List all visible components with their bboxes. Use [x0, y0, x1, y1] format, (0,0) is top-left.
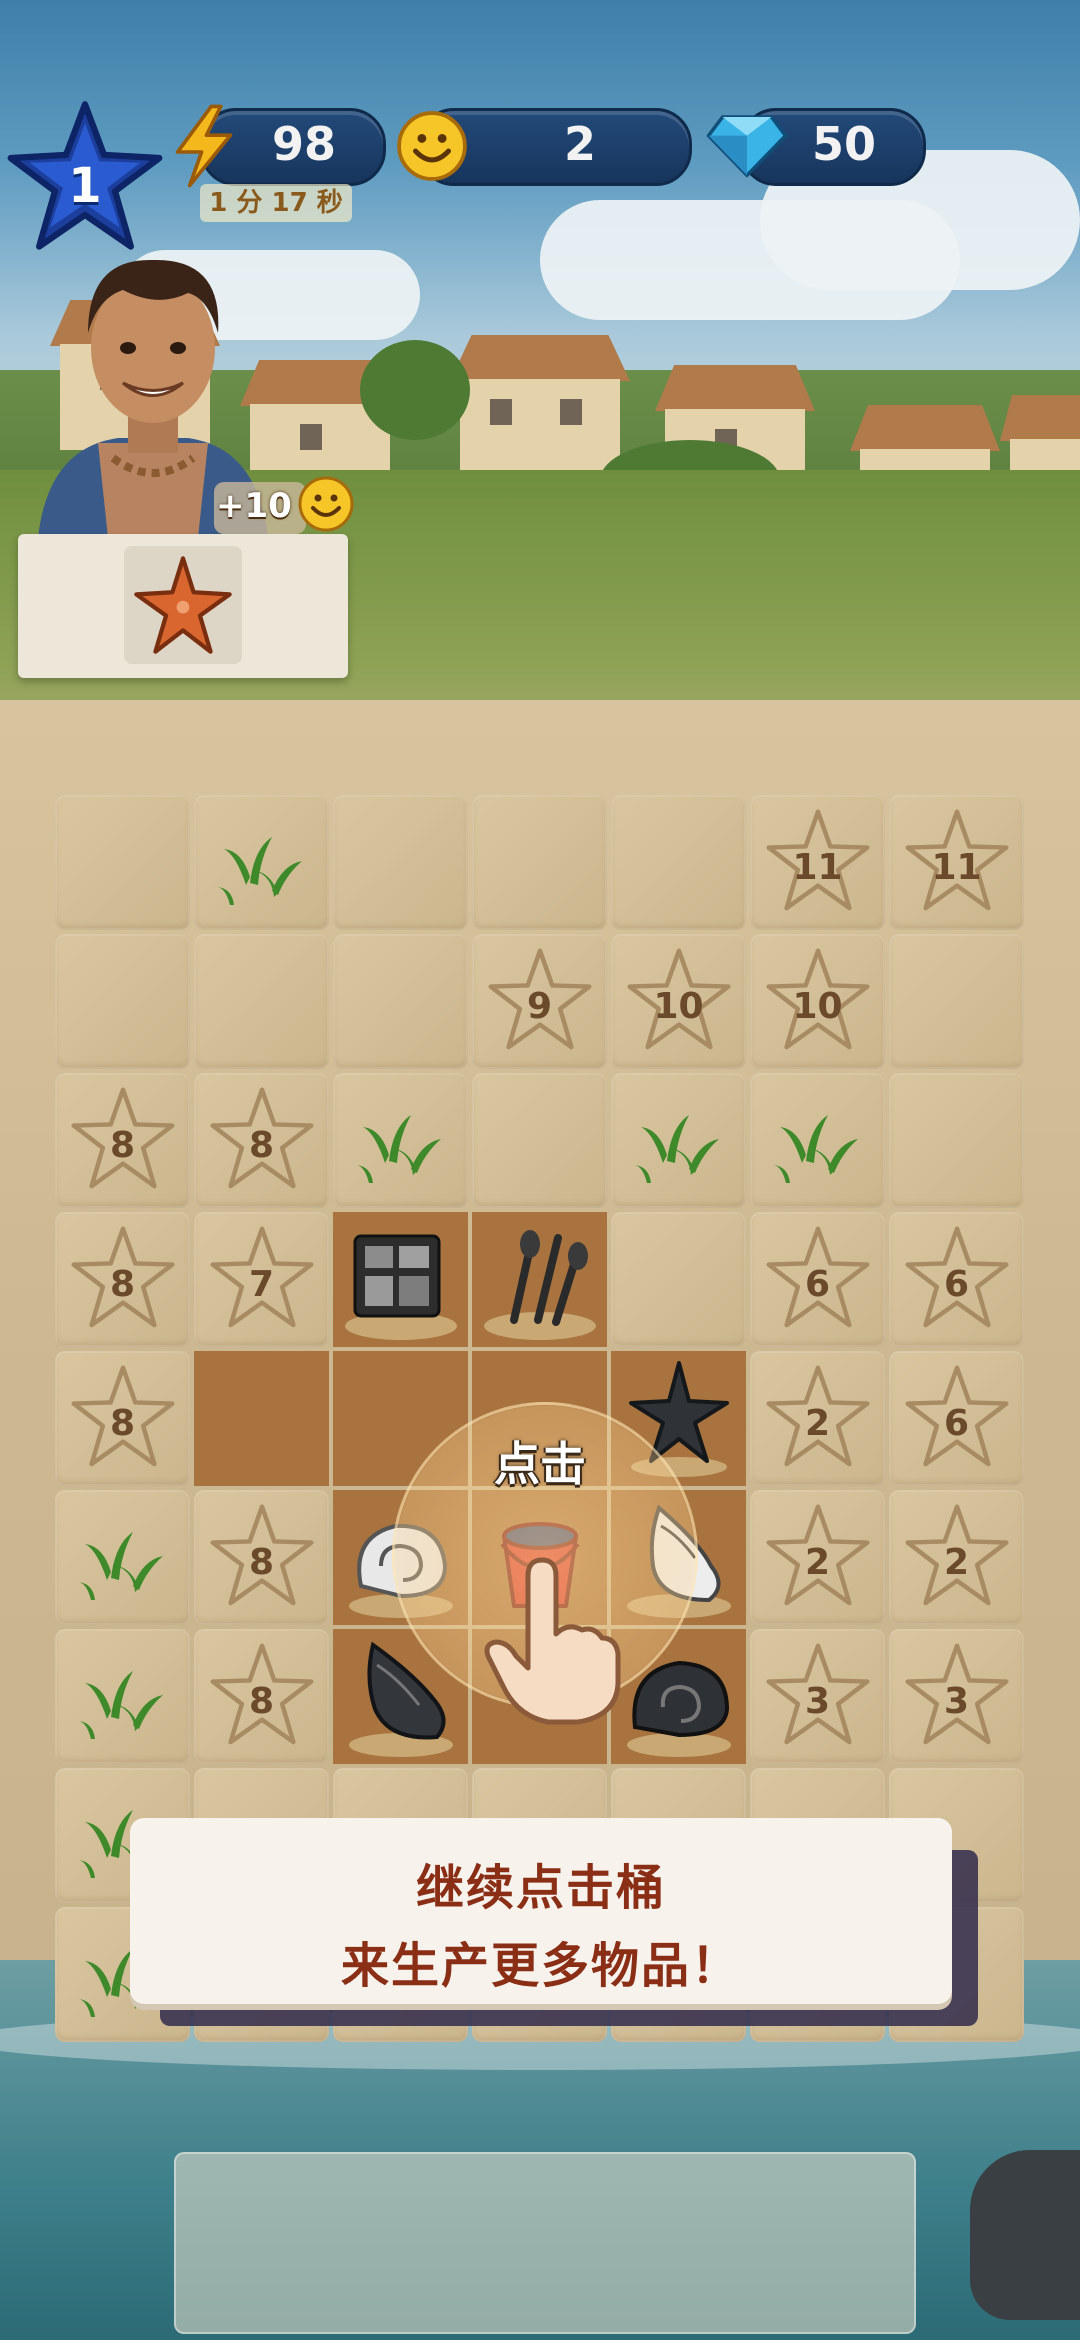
- grass-cell[interactable]: [750, 1073, 885, 1208]
- village-house: [450, 335, 630, 475]
- grass-cell[interactable]: [611, 1073, 746, 1208]
- energy-value: 98: [271, 117, 336, 171]
- empty-cell[interactable]: [194, 1351, 329, 1486]
- sand-cell[interactable]: [611, 1212, 746, 1347]
- sand-cell[interactable]: [472, 1073, 607, 1208]
- cell-unlock-level: 8: [109, 1264, 136, 1305]
- gems-value: 50: [811, 117, 876, 171]
- bottom-info-panel[interactable]: [174, 2152, 916, 2334]
- sand-cell[interactable]: [55, 795, 190, 930]
- cell-unlock-level: 8: [248, 1542, 275, 1583]
- order-item-slot: [124, 546, 242, 664]
- locked-star-cell[interactable]: 8: [194, 1073, 329, 1208]
- cell-unlock-level: 8: [109, 1403, 136, 1444]
- locked-star-cell[interactable]: 8: [55, 1212, 190, 1347]
- sand-cell[interactable]: [472, 795, 607, 930]
- grass-cell[interactable]: [194, 795, 329, 930]
- energy-timer: 1 分 17 秒: [200, 184, 352, 222]
- grass-icon: [79, 1532, 163, 1600]
- cell-unlock-level: 11: [792, 847, 843, 888]
- photo-album-icon[interactable]: [341, 1218, 461, 1342]
- grass-icon: [635, 1115, 719, 1183]
- cell-unlock-level: 7: [248, 1264, 275, 1305]
- grass-icon: [79, 1671, 163, 1739]
- grass-cell[interactable]: [55, 1490, 190, 1625]
- smiley-icon: [397, 111, 467, 181]
- locked-star-cell[interactable]: 6: [889, 1212, 1024, 1347]
- sand-cell[interactable]: [194, 934, 329, 1069]
- tutorial-message-banner[interactable]: 继续点击桶 来生产更多物品！: [130, 1818, 952, 2004]
- locked-star-cell[interactable]: 8: [194, 1490, 329, 1625]
- starfish-icon: [134, 556, 232, 654]
- cell-unlock-level: 2: [804, 1403, 831, 1444]
- locked-star-cell[interactable]: 2: [889, 1490, 1024, 1625]
- locked-star-cell[interactable]: 3: [889, 1629, 1024, 1764]
- tree: [360, 340, 470, 440]
- cell-unlock-level: 6: [804, 1264, 831, 1305]
- grass-icon: [357, 1115, 441, 1183]
- locked-star-cell[interactable]: 11: [889, 795, 1024, 930]
- grass-cell[interactable]: [55, 1629, 190, 1764]
- grass-icon: [774, 1115, 858, 1183]
- locked-star-cell[interactable]: 10: [611, 934, 746, 1069]
- locked-star-cell[interactable]: 2: [750, 1490, 885, 1625]
- locked-star-cell[interactable]: 11: [750, 795, 885, 930]
- rock: [970, 2150, 1080, 2320]
- cell-unlock-level: 6: [943, 1403, 970, 1444]
- lightning-icon: [175, 104, 233, 188]
- sand-cell[interactable]: [611, 795, 746, 930]
- item-cell[interactable]: [333, 1212, 468, 1347]
- cell-unlock-level: 10: [792, 986, 843, 1027]
- cell-unlock-level: 8: [109, 1125, 136, 1166]
- order-card[interactable]: [18, 534, 348, 678]
- cell-unlock-level: 6: [943, 1264, 970, 1305]
- locked-star-cell[interactable]: 8: [194, 1629, 329, 1764]
- order-reward: +10: [216, 486, 292, 526]
- locked-star-cell[interactable]: 3: [750, 1629, 885, 1764]
- cell-unlock-level: 2: [804, 1542, 831, 1583]
- grass-cell[interactable]: [333, 1073, 468, 1208]
- cutlery-icon[interactable]: [480, 1218, 600, 1342]
- sand-cell[interactable]: [889, 1073, 1024, 1208]
- locked-star-cell[interactable]: 2: [750, 1351, 885, 1486]
- cell-unlock-level: 2: [943, 1542, 970, 1583]
- sand-cell[interactable]: [333, 934, 468, 1069]
- sand-cell[interactable]: [333, 795, 468, 930]
- locked-star-cell[interactable]: 9: [472, 934, 607, 1069]
- sand-cell[interactable]: [889, 934, 1024, 1069]
- tap-label: 点击: [494, 1437, 586, 1491]
- sand-cell[interactable]: [55, 934, 190, 1069]
- tutorial-message-line-1: 继续点击桶: [415, 1860, 666, 1916]
- pointing-hand-icon: [484, 1557, 621, 1725]
- cell-unlock-level: 8: [248, 1681, 275, 1722]
- locked-star-cell[interactable]: 7: [194, 1212, 329, 1347]
- cell-unlock-level: 8: [248, 1125, 275, 1166]
- cell-unlock-level: 3: [943, 1681, 970, 1722]
- smiley-icon: [298, 476, 354, 532]
- cell-unlock-level: 3: [804, 1681, 831, 1722]
- cell-unlock-level: 9: [526, 986, 553, 1027]
- smiles-value: 2: [563, 117, 596, 171]
- locked-star-cell[interactable]: 8: [55, 1351, 190, 1486]
- item-cell[interactable]: [472, 1212, 607, 1347]
- locked-star-cell[interactable]: 6: [889, 1351, 1024, 1486]
- cell-unlock-level: 10: [653, 986, 704, 1027]
- player-level: 1: [68, 158, 102, 214]
- tutorial-message-line-2: 来生产更多物品！: [340, 1938, 741, 1994]
- grass-icon: [218, 837, 302, 905]
- diamond-icon: [706, 115, 788, 178]
- locked-star-cell[interactable]: 6: [750, 1212, 885, 1347]
- locked-star-cell[interactable]: 8: [55, 1073, 190, 1208]
- locked-star-cell[interactable]: 10: [750, 934, 885, 1069]
- cell-unlock-level: 11: [931, 847, 982, 888]
